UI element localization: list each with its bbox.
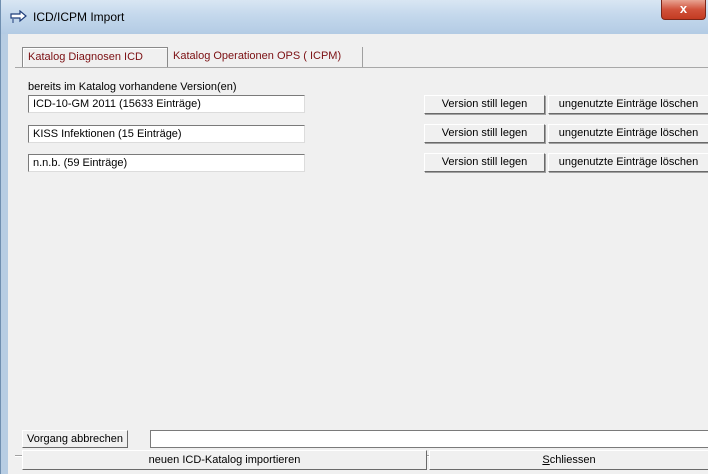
import-catalog-button[interactable]: neuen ICD-Katalog importieren [22,450,427,470]
version-field-3[interactable]: n.n.b. (59 Einträge) [28,154,305,172]
client-area: Katalog Diagnosen ICD Katalog Operatione… [8,34,708,474]
arrow-exchange-icon [10,10,27,23]
retire-version-button-2[interactable]: Version still legen [424,124,545,143]
cancel-process-button[interactable]: Vorgang abbrechen [22,430,129,448]
version-field-2[interactable]: KISS Infektionen (15 Einträge) [28,125,305,143]
tab-strip-border [15,67,708,68]
window-title: ICD/ICPM Import [33,10,125,24]
delete-unused-button-3[interactable]: ungenutzte Einträge löschen [548,153,708,172]
versions-label: bereits im Katalog vorhandene Version(en… [28,81,237,93]
delete-unused-button-1[interactable]: ungenutzte Einträge löschen [548,95,708,114]
close-icon[interactable]: x [661,0,706,20]
close-button[interactable]: Schliessen [429,450,708,470]
import-window: ICD/ICPM Import x Katalog Diagnosen ICD … [0,0,708,474]
retire-version-button-1[interactable]: Version still legen [424,95,545,114]
retire-version-button-3[interactable]: Version still legen [424,153,545,172]
close-button-label: chliessen [549,454,596,466]
delete-unused-button-2[interactable]: ungenutzte Einträge löschen [548,124,708,143]
tab-katalog-operationen[interactable]: Katalog Operationen OPS ( ICPM) [168,47,363,67]
close-button-mnemonic: S [542,454,550,466]
status-field [150,430,708,448]
title-bar[interactable]: ICD/ICPM Import x [1,0,708,34]
tab-katalog-diagnosen[interactable]: Katalog Diagnosen ICD [22,47,168,67]
version-field-1[interactable]: ICD-10-GM 2011 (15633 Einträge) [28,95,305,113]
